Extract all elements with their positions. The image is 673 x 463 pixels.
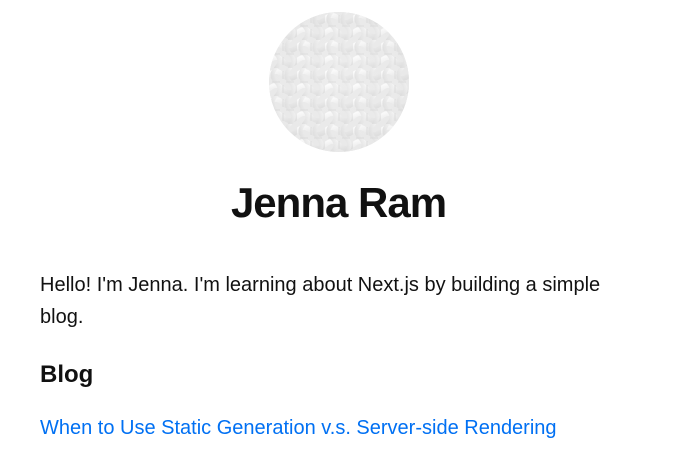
intro-section: Hello! I'm Jenna. I'm learning about Nex… [40,269,637,333]
page-title: Jenna Ram [230,179,447,226]
woven-texture-avatar-icon [268,12,409,152]
blog-heading: Blog [40,361,94,388]
profile-header: Jenna Ram [40,0,637,227]
page: Jenna Ram Hello! I'm Jenna. I'm learning… [0,0,673,463]
blog-section: Blog When to Use Static Generation v.s. … [40,360,637,442]
list-item: When to Use Static Generation v.s. Serve… [40,414,637,442]
intro-text: Hello! I'm Jenna. I'm learning about Nex… [40,274,601,328]
avatar [268,12,409,152]
post-list: When to Use Static Generation v.s. Serve… [40,414,637,442]
post-link[interactable]: When to Use Static Generation v.s. Serve… [40,417,557,439]
